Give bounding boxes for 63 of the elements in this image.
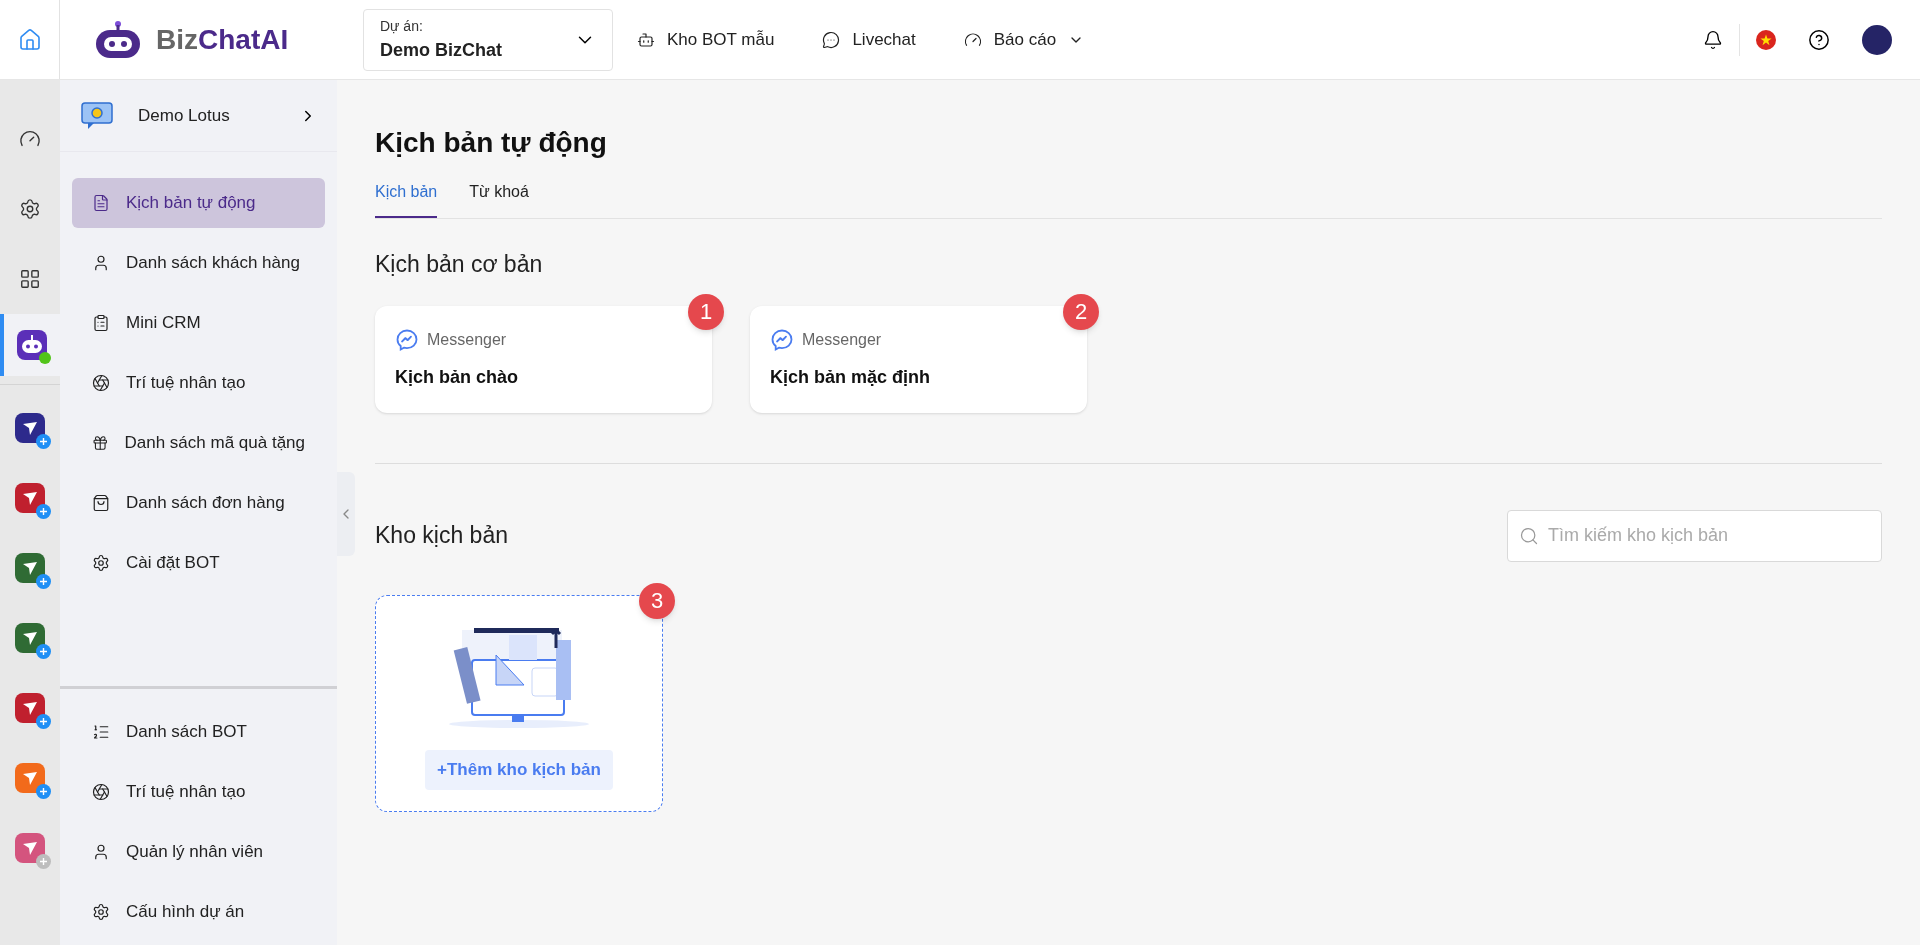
number-badge: 1	[688, 293, 724, 330]
settings-icon	[92, 554, 110, 572]
star-flag-icon[interactable]	[1756, 29, 1776, 50]
messenger-icon	[770, 327, 794, 352]
messenger-icon	[395, 327, 419, 352]
sidebar-item[interactable]: Danh sách khách hàng	[72, 238, 325, 288]
settings-icon	[92, 903, 110, 921]
sidebar-item[interactable]: Cấu hình dự án	[72, 887, 325, 937]
channel-label: Messenger	[802, 329, 882, 350]
section-title: Kho kịch bản	[375, 521, 508, 551]
gift-icon	[92, 434, 109, 452]
nav-link[interactable]: Báo cáo	[963, 26, 1085, 53]
tab[interactable]: Kịch bản	[375, 180, 438, 218]
channel-label: Messenger	[427, 329, 507, 350]
page-title: Kịch bản tự động	[375, 126, 608, 160]
sidebar-item[interactable]: Kịch bản tự động	[72, 178, 325, 228]
search-field[interactable]: Tìm kiếm kho kịch bản	[1507, 509, 1882, 562]
aperture-icon	[92, 374, 110, 392]
project-label: Dự án:	[380, 16, 424, 36]
bag-icon	[92, 494, 110, 512]
sidebar-item[interactable]: Mini CRM	[72, 298, 325, 348]
bot-name: Demo Lotus	[138, 104, 230, 127]
collapse-handle[interactable]	[337, 472, 355, 556]
chat-icon	[822, 30, 841, 49]
nav-link[interactable]: Livechat	[822, 26, 916, 53]
robot-app-icon	[17, 330, 47, 360]
sidebar-item[interactable]: Trí tuệ nhân tạo	[72, 767, 325, 817]
home-icon[interactable]	[17, 27, 42, 52]
grid-icon	[19, 268, 41, 290]
avatar[interactable]	[1862, 24, 1892, 55]
nav-link[interactable]: Kho BOT mẫu	[637, 26, 775, 53]
user-icon	[92, 843, 110, 861]
robot-icon	[637, 30, 655, 49]
aperture-icon	[92, 783, 110, 801]
card-title: Kịch bản chào	[395, 365, 520, 389]
tab[interactable]: Từ khoá	[469, 180, 529, 218]
app-icon[interactable]	[15, 413, 45, 443]
notification-bell-icon[interactable]	[1703, 29, 1723, 50]
user-icon	[92, 254, 110, 272]
gauge-icon	[963, 30, 982, 49]
document-icon	[92, 194, 110, 212]
settings-icon	[19, 198, 41, 220]
project-name: Demo BizChat	[380, 38, 502, 62]
sidebar-item[interactable]: Danh sách đơn hàng	[72, 478, 325, 528]
number-badge: 3	[639, 582, 675, 619]
sidebar-item[interactable]: Cài đặt BOT	[72, 538, 325, 588]
app-icon[interactable]	[15, 623, 45, 653]
search-icon	[1519, 525, 1539, 546]
app-icon[interactable]	[15, 693, 45, 723]
sidebar-item[interactable]: Danh sách mã quà tặng	[72, 418, 325, 468]
card-title: Kịch bản mặc định	[770, 365, 932, 389]
sidebar-item[interactable]: Quản lý nhân viên	[72, 827, 325, 877]
project-dropdown[interactable]: Dự án: Demo BizChat	[363, 8, 613, 71]
sidebar-item[interactable]: Trí tuệ nhân tạo	[72, 358, 325, 408]
help-icon[interactable]	[1808, 28, 1830, 51]
section-title: Kịch bản cơ bản	[375, 250, 544, 279]
clipboard-icon	[92, 314, 110, 332]
app-icon[interactable]	[15, 553, 45, 583]
app-icon[interactable]	[15, 483, 45, 513]
sidebar-item[interactable]: Danh sách BOT	[72, 707, 325, 757]
logo-wordmark: BizChatAI	[156, 22, 289, 57]
list-icon	[92, 723, 110, 741]
number-badge: 2	[1063, 293, 1099, 330]
